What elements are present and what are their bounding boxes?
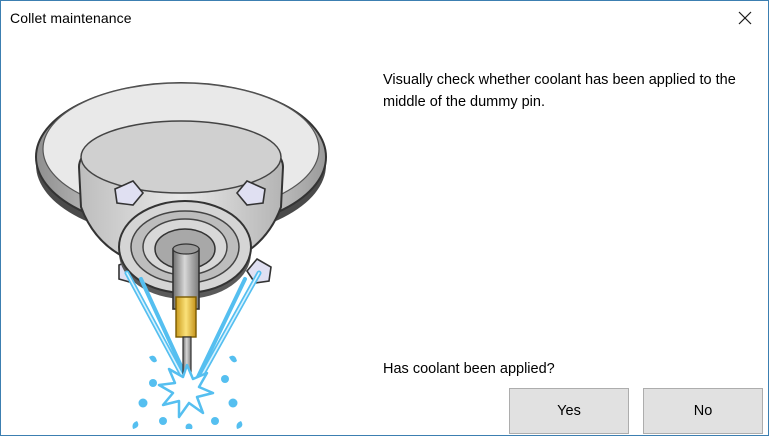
coolant-splash xyxy=(132,355,243,429)
window-title: Collet maintenance xyxy=(10,10,132,26)
close-icon xyxy=(738,11,752,25)
instruction-message: Visually check whether coolant has been … xyxy=(383,72,736,110)
collet-maintenance-dialog: Collet maintenance Visually check whethe… xyxy=(0,0,769,436)
confirmation-question: Has coolant been applied? xyxy=(383,361,555,377)
close-button[interactable] xyxy=(722,1,768,35)
spindle-coolant-illustration xyxy=(35,82,327,429)
yes-button[interactable]: Yes xyxy=(509,388,629,434)
no-button[interactable]: No xyxy=(643,388,763,434)
title-bar: Collet maintenance xyxy=(1,1,768,35)
